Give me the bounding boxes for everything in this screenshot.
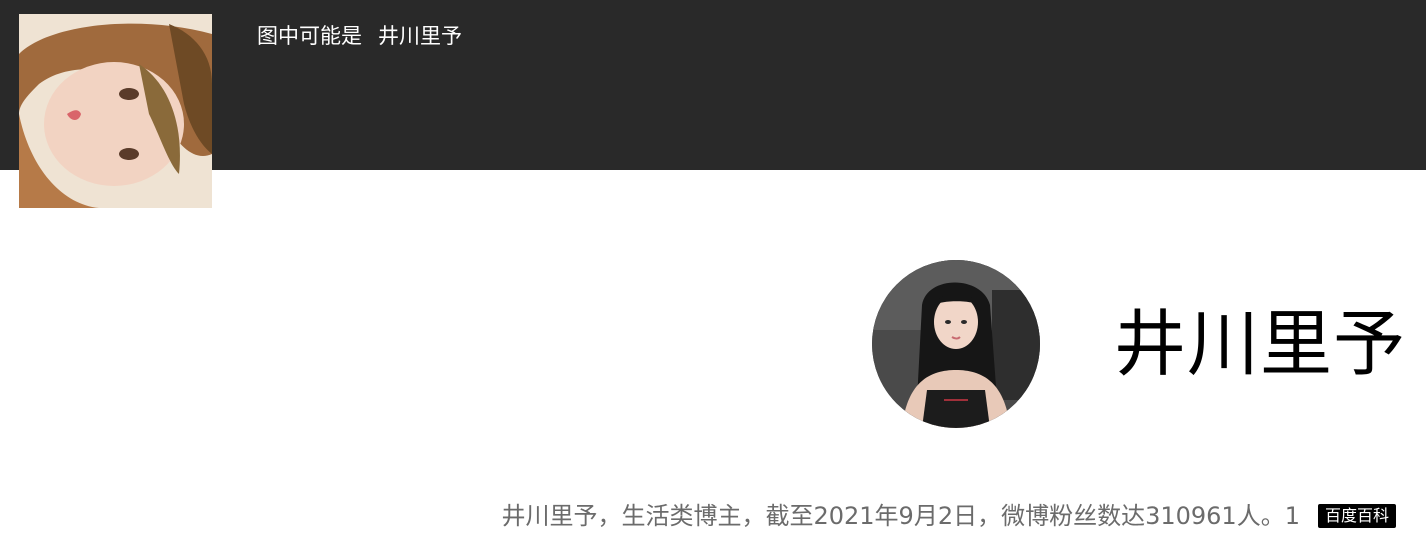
header-bar: 图中可能是 井川里予 bbox=[0, 0, 1426, 170]
entity-avatar[interactable] bbox=[872, 260, 1040, 428]
entity-title: 井川里予 bbox=[1114, 302, 1407, 386]
knowledge-card: 图中可能是 井川里予 井川里予 井川里予，生活类博主，截至2021年9月2日，微… bbox=[0, 0, 1426, 552]
portrait-photo bbox=[19, 14, 212, 208]
avatar-photo bbox=[872, 260, 1040, 428]
image-caption: 图中可能是 井川里予 bbox=[257, 22, 462, 50]
query-image-thumbnail[interactable] bbox=[19, 14, 212, 208]
entity-description-row: 井川里予，生活类博主，截至2021年9月2日，微博粉丝数达310961人。1 百… bbox=[501, 498, 1396, 534]
caption-name[interactable]: 井川里予 bbox=[378, 24, 462, 48]
caption-prefix: 图中可能是 bbox=[257, 24, 362, 48]
source-badge[interactable]: 百度百科 bbox=[1317, 504, 1396, 528]
entity-description: 井川里予，生活类博主，截至2021年9月2日，微博粉丝数达310961人。1 bbox=[501, 502, 1300, 530]
